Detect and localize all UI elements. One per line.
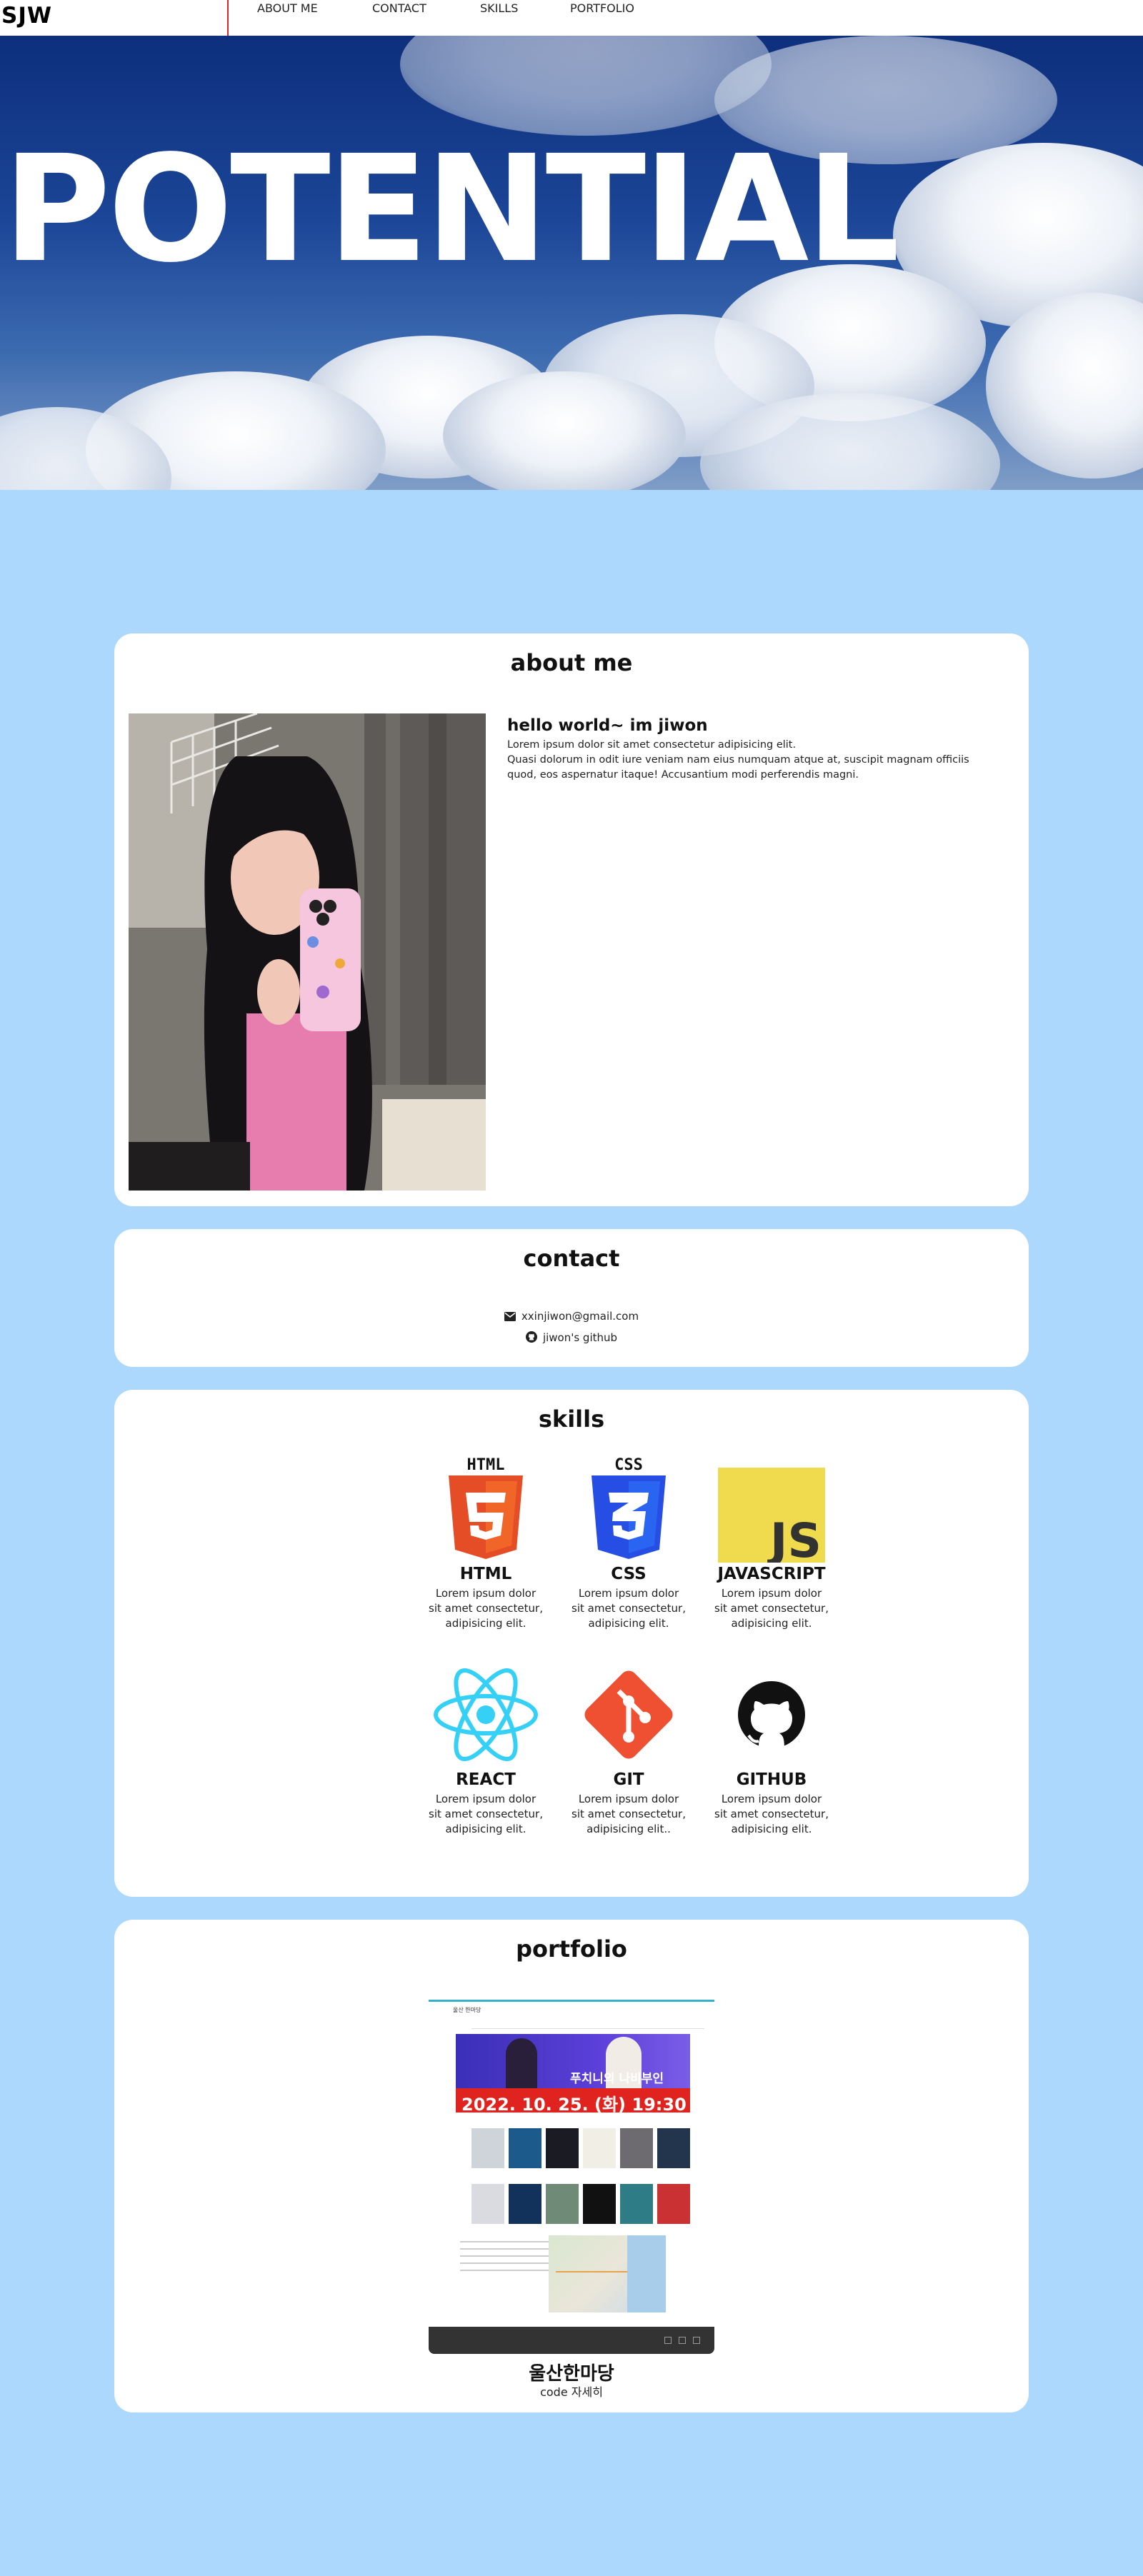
portfolio-card: portfolio 울산 한마당 푸치니의 나비부인 2022. 10. 25.… [114,1920,1029,2412]
shot-banner: 푸치니의 나비부인 2022. 10. 25. (화) 19:30 [456,2034,690,2113]
envelope-icon [504,1312,516,1321]
contact-email[interactable]: xxinjiwon@gmail.com [521,1310,639,1323]
contact-github-row[interactable]: jiwon's github [114,1331,1029,1344]
project-code-link[interactable]: code 자세히 [114,2382,1029,2400]
skill-description: Lorem ipsum dolor sit amet consectetur, … [572,1793,686,1835]
about-line-2: Quasi dolorum in odit iure veniam nam ei… [507,754,969,781]
shot-banner-date: 2022. 10. 25. (화) 19:30 [461,2095,687,2113]
shot-poster-row-2 [471,2184,690,2224]
shot-banner-text: 푸치니의 나비부인 [570,2072,664,2086]
react-icon [434,1668,538,1761]
contact-email-row[interactable]: xxinjiwon@gmail.com [114,1310,1029,1323]
svg-text:HTML: HTML [467,1456,505,1474]
about-heading: hello world~ im jiwon [507,716,708,735]
hero-banner: POTENTIAL [0,36,1143,490]
skill-description: Lorem ipsum dolor sit amet consectetur, … [429,1587,543,1630]
git-icon [584,1670,673,1759]
skill-name: JAVASCRIPT [717,1565,826,1583]
css3-icon: CSS [592,1456,666,1559]
project-title: 울산한마당 [529,2363,614,2385]
nav-divider [227,0,229,36]
nav-link-skills[interactable]: SKILLS [480,1,518,15]
profile-photo [129,713,486,1191]
top-navbar: SJW ABOUT ME CONTACT SKILLS PORTFOLIO [0,0,1143,36]
skill-description: Lorem ipsum dolor sit amet consectetur, … [714,1587,829,1630]
javascript-icon: JS [718,1468,825,1563]
github-icon [525,1331,537,1343]
html5-icon: HTML [449,1456,523,1559]
skill-name: GITHUB [736,1770,807,1789]
about-card: about me hello world~ im jiwon Lorem ips… [114,633,1029,1206]
about-line-1: Lorem ipsum dolor sit amet consectetur a… [507,739,797,751]
skill-git: GIT Lorem ipsum dolor sit amet consectet… [572,1661,686,1835]
skill-react: REACT Lorem ipsum dolor sit amet consect… [429,1661,543,1835]
contact-title: contact [523,1245,620,1272]
skill-description: Lorem ipsum dolor sit amet consectetur, … [572,1587,686,1630]
svg-text:CSS: CSS [614,1456,643,1474]
skill-name: HTML [459,1565,512,1583]
github-icon [738,1681,805,1748]
skill-name: GIT [613,1770,644,1789]
contact-github-link[interactable]: jiwon's github [543,1331,617,1344]
skill-name: REACT [456,1770,516,1789]
nav-link-portfolio[interactable]: PORTFOLIO [570,1,634,15]
contact-card: contact xxinjiwon@gmail.com jiwon's gith… [114,1229,1029,1367]
project-screenshot[interactable]: 울산 한마당 푸치니의 나비부인 2022. 10. 25. (화) 19:30 [429,2000,714,2312]
shot-footer [429,2327,714,2354]
skills-title: skills [538,1405,605,1433]
skill-html: HTML HTML Lorem ipsum dolor sit amet con… [429,1455,543,1630]
skill-github: GITHUB Lorem ipsum dolor sit amet consec… [714,1661,829,1835]
skill-description: Lorem ipsum dolor sit amet consectetur, … [714,1793,829,1835]
nav-link-contact[interactable]: CONTACT [372,1,426,15]
site-logo[interactable]: SJW [1,3,52,29]
shot-site-name: 울산 한마당 [453,2007,481,2013]
nav-link-about[interactable]: ABOUT ME [257,1,318,15]
skill-description: Lorem ipsum dolor sit amet consectetur, … [429,1793,543,1835]
hero-title: POTENTIAL [3,124,900,295]
about-description: Lorem ipsum dolor sit amet consectetur a… [507,738,1000,783]
portfolio-title: portfolio [516,1935,627,1963]
skills-card: skills HTML HTML Lorem ipsum dolor sit a… [114,1390,1029,1897]
shot-poster-row-1 [471,2128,690,2168]
skill-javascript: JS JAVASCRIPT Lorem ipsum dolor sit amet… [714,1455,829,1630]
svg-text:JS: JS [767,1513,822,1563]
skill-name: CSS [611,1565,647,1583]
shot-map [549,2235,666,2312]
skill-css: CSS CSS Lorem ipsum dolor sit amet conse… [572,1455,686,1630]
about-title: about me [510,649,633,676]
